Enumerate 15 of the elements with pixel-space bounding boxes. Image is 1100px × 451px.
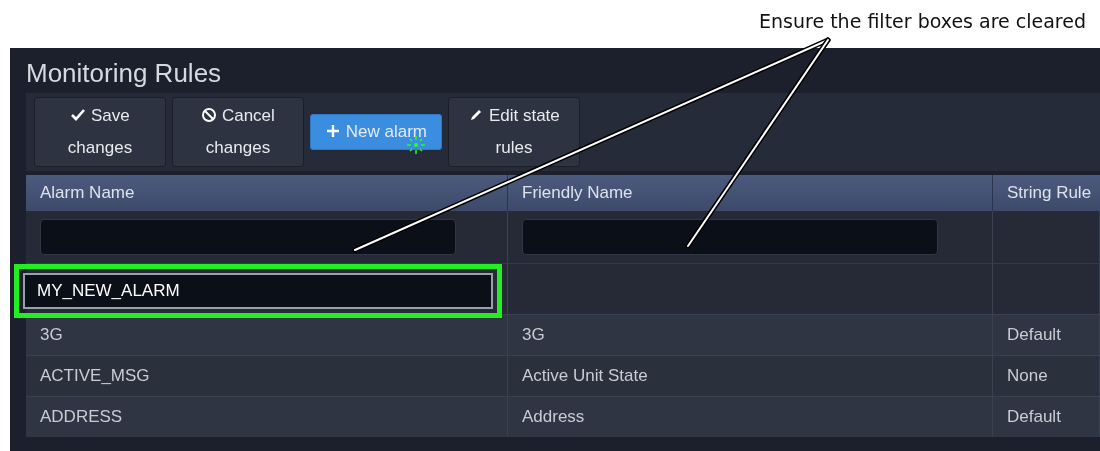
filter-field[interactable] [40, 219, 456, 255]
plus-icon [325, 123, 341, 139]
page-title: Monitoring Rules [25, 57, 223, 90]
click-spark-icon [406, 135, 426, 155]
annotation-text: Ensure the filter boxes are cleared [759, 9, 1086, 32]
table-cell: ADDRESS [26, 397, 508, 437]
toolbar-button[interactable]: Save changes [34, 97, 166, 167]
filter-field[interactable] [522, 219, 938, 255]
check-icon [70, 107, 87, 123]
table-cell: Default [993, 397, 1100, 437]
toolbar-button[interactable]: Edit state rules [448, 97, 580, 167]
toolbar-button[interactable]: Cancel changes [172, 97, 304, 167]
ban-icon [201, 107, 218, 123]
table-cell: Address [508, 397, 993, 437]
alarm-name-field[interactable]: MY_NEW_ALARM [23, 273, 493, 309]
